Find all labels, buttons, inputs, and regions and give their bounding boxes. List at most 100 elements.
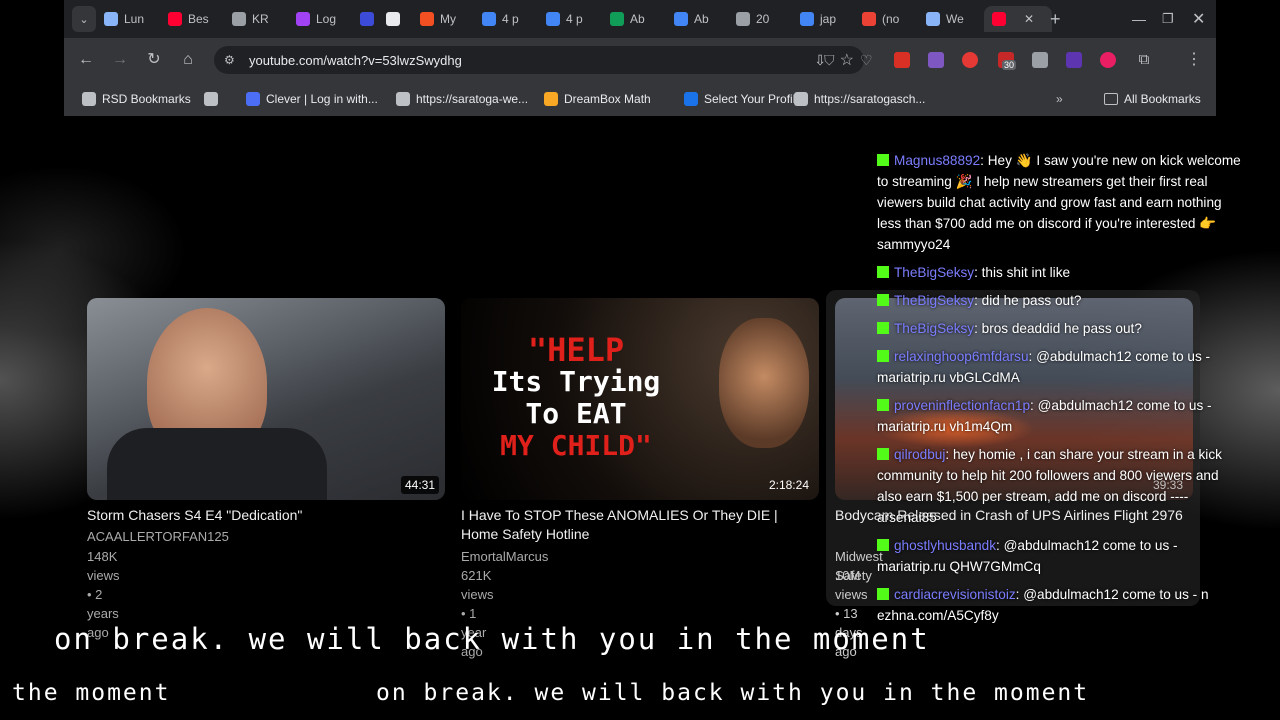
extension-k-icon[interactable]: [1066, 52, 1082, 68]
video-duration: 2:18:24: [768, 478, 809, 492]
close-icon: ✕: [1192, 11, 1206, 28]
tab-search-button[interactable]: ⌄: [72, 6, 96, 32]
tab[interactable]: Log: [296, 6, 336, 32]
bookmark-item[interactable]: RSD Bookmarks: [82, 89, 191, 109]
tab-label: 20: [756, 12, 770, 26]
bookmark-item[interactable]: Clever | Log in with...: [246, 89, 378, 109]
url-text: youtube.com/watch?v=53lwzSwydhg: [249, 52, 462, 68]
tab[interactable]: jap: [800, 6, 836, 32]
thumbnail-line: Its Trying: [491, 365, 661, 398]
address-bar[interactable]: ⚙ youtube.com/watch?v=53lwzSwydhg ⇩ ☆: [214, 46, 864, 74]
chat-username[interactable]: Magnus88892: [894, 153, 980, 168]
shield-icon[interactable]: ⛉: [824, 52, 840, 68]
forward-button[interactable]: →: [108, 48, 132, 72]
tab-strip: ⌄ Lun Bes KR Log My 4 p 4 p Ab Ab 20 jap (no We ✕ + —…: [64, 0, 1216, 38]
tab[interactable]: 4 p: [482, 6, 519, 32]
tab-favicon-icon: [674, 12, 688, 26]
extension-circle-icon[interactable]: [962, 52, 978, 68]
tab[interactable]: Lun: [104, 6, 144, 32]
extension-purple-icon[interactable]: [928, 52, 944, 68]
tab[interactable]: Ab: [674, 6, 709, 32]
tab[interactable]: My: [420, 6, 456, 32]
tab[interactable]: We: [926, 6, 964, 32]
bookmarks-overflow-button[interactable]: »: [1056, 89, 1063, 109]
plus-icon: +: [1050, 8, 1061, 29]
tab[interactable]: Ab: [610, 6, 645, 32]
extension-badge-count: 30: [1002, 60, 1017, 70]
bookmark-item[interactable]: https://saratogasch...: [794, 89, 925, 109]
new-tab-button[interactable]: +: [1050, 6, 1061, 32]
video-duration: 44:31: [400, 476, 439, 494]
bookmark-item[interactable]: https://saratoga-we...: [396, 89, 528, 109]
tab[interactable]: Bes: [168, 6, 209, 32]
tab[interactable]: [386, 6, 406, 32]
menu-button[interactable]: ⋮: [1182, 48, 1206, 72]
tab[interactable]: ✕: [984, 6, 1052, 32]
extensions-button[interactable]: ⧉: [1132, 48, 1156, 72]
chat-text: bros deaddid he pass out?: [981, 321, 1142, 336]
chat-message: proveninflectionfacn1p: @abdulmach12 com…: [877, 395, 1247, 437]
bookmark-label: https://saratoga-we...: [416, 92, 529, 106]
break-banner: on break. we will back with you in the m…: [54, 622, 930, 656]
heart-shield-icon[interactable]: ♡: [860, 52, 876, 68]
tab-label: KR: [252, 12, 269, 26]
tab-favicon-icon: [546, 12, 560, 26]
bookmark-item[interactable]: Select Your Profile: [684, 89, 802, 109]
video-title[interactable]: I Have To STOP These ANOMALIES Or They D…: [461, 506, 811, 544]
minimize-icon: —: [1132, 11, 1146, 27]
site-info-icon[interactable]: ⚙: [224, 53, 235, 67]
chat-separator: :: [980, 153, 988, 168]
chat-username[interactable]: TheBigSeksy: [894, 321, 974, 336]
chat-username[interactable]: cardiacrevisionistoiz: [894, 587, 1016, 602]
link-icon: [794, 92, 808, 106]
kick-logo-icon: [877, 539, 889, 551]
extension-pink-icon[interactable]: [1100, 52, 1116, 68]
tab-label: 4 p: [566, 12, 583, 26]
video-thumbnail[interactable]: 44:31: [87, 298, 445, 500]
chat-username[interactable]: TheBigSeksy: [894, 293, 974, 308]
back-button[interactable]: ←: [74, 48, 98, 72]
tab[interactable]: 4 p: [546, 6, 583, 32]
restore-button[interactable]: ❐: [1162, 6, 1174, 32]
video-channel[interactable]: ACAALLERTORFAN125: [87, 527, 229, 546]
chat-username[interactable]: qilrodbuj: [894, 447, 945, 462]
video-channel[interactable]: EmortalMarcus: [461, 547, 548, 566]
bookmark-label: DreamBox Math: [564, 92, 651, 106]
star-icon[interactable]: ☆: [840, 50, 854, 70]
clever-icon: [246, 92, 260, 106]
extension-red-icon[interactable]: [894, 52, 910, 68]
chat-separator: :: [996, 538, 1004, 553]
extension-badge-icon[interactable]: 30: [998, 52, 1017, 70]
home-button[interactable]: ⌂: [176, 48, 200, 72]
chat-username[interactable]: proveninflectionfacn1p: [894, 398, 1030, 413]
bookmark-item[interactable]: [204, 89, 224, 109]
close-window-button[interactable]: ✕: [1192, 6, 1205, 32]
tab-favicon-icon: [862, 12, 876, 26]
minimize-button[interactable]: —: [1132, 6, 1146, 32]
video-thumbnail[interactable]: "HELP Its Trying To EAT MY CHILD" 2:18:2…: [461, 298, 819, 500]
tab-label: We: [946, 12, 964, 26]
tab[interactable]: (no: [862, 6, 899, 32]
double-chevron-icon: »: [1056, 92, 1063, 106]
tab-label: My: [440, 12, 456, 26]
bookmark-item[interactable]: DreamBox Math: [544, 89, 651, 109]
chat-overlay: Magnus88892: Hey 👋 I saw you're new on k…: [870, 116, 1270, 636]
tab[interactable]: 20: [736, 6, 769, 32]
chat-username[interactable]: relaxinghoop6mfdarsu: [894, 349, 1029, 364]
all-bookmarks-button[interactable]: All Bookmarks: [1104, 89, 1201, 109]
chat-text: did he pass out?: [981, 293, 1082, 308]
bookmark-label: RSD Bookmarks: [102, 92, 191, 106]
profile-icon: [684, 92, 698, 106]
tab-favicon-icon: [296, 12, 310, 26]
kick-logo-icon: [877, 154, 889, 166]
tab[interactable]: KR: [232, 6, 269, 32]
chat-separator: :: [974, 293, 982, 308]
extension-grid-icon[interactable]: [1032, 52, 1048, 68]
tab[interactable]: [360, 6, 380, 32]
video-title[interactable]: Storm Chasers S4 E4 "Dedication": [87, 506, 445, 525]
chevron-down-icon: ⌄: [79, 13, 89, 26]
chat-username[interactable]: ghostlyhusbandk: [894, 538, 996, 553]
close-tab-icon[interactable]: ✕: [1024, 12, 1034, 26]
chat-username[interactable]: TheBigSeksy: [894, 265, 974, 280]
reload-button[interactable]: ↻: [142, 48, 166, 72]
